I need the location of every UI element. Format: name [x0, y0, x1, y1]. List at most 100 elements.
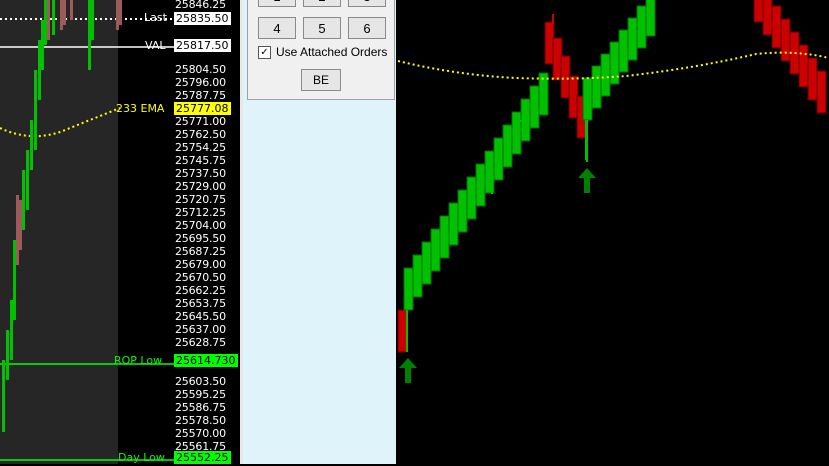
- price-tick: 25720.75: [175, 193, 226, 206]
- candle: [10, 300, 13, 360]
- candle: [30, 120, 33, 170]
- renko-brick: [502, 124, 513, 168]
- renko-brick: [780, 18, 791, 62]
- renko-brick: [430, 228, 441, 272]
- renko-brick: [466, 176, 477, 220]
- use-attached-orders-row[interactable]: ✓ Use Attached Orders: [258, 45, 387, 59]
- qty-button-3[interactable]: 3: [348, 0, 386, 7]
- renko-brick: [771, 5, 782, 49]
- price-chart-left[interactable]: 25846.2525838.7525821.2525804.5025796.00…: [0, 0, 240, 466]
- use-attached-orders-checkbox[interactable]: ✓: [258, 45, 271, 59]
- up-arrow-icon: [577, 166, 597, 194]
- renko-chart-canvas: [397, 0, 829, 353]
- renko-brick: [762, 0, 773, 36]
- renko-brick: [493, 137, 504, 181]
- candle: [60, 0, 63, 30]
- order-entry-panel: 1 2 3 4 5 6 ✓ Use Attached Orders BE: [240, 0, 399, 464]
- renko-brick: [475, 163, 486, 207]
- candle: [6, 330, 9, 380]
- ema-label: 233 EMA: [116, 102, 165, 115]
- renko-brick: [397, 309, 408, 353]
- candle: [44, 0, 47, 45]
- price-tick: 25578.50: [175, 414, 226, 427]
- renko-brick: [600, 53, 611, 97]
- price-tick: 25787.75: [175, 89, 226, 102]
- qty-button-1[interactable]: 1: [258, 0, 296, 7]
- price-tick: 25662.25: [175, 284, 226, 297]
- price-tick: 25653.75: [175, 297, 226, 310]
- renko-brick: [609, 41, 620, 85]
- checkmark-icon: ✓: [260, 46, 269, 58]
- price-tick: 25670.50: [175, 271, 226, 284]
- renko-brick: [582, 77, 593, 121]
- price-tick: 25846.25: [175, 0, 226, 11]
- val-price-tag: 25817.50: [174, 39, 231, 52]
- ema-price-tag: 25777.08: [174, 102, 231, 115]
- qty-button-2[interactable]: 2: [303, 0, 341, 7]
- price-tick: 25729.00: [175, 180, 226, 193]
- renko-brick: [618, 29, 629, 73]
- price-tick: 25796.00: [175, 76, 226, 89]
- use-attached-orders-label: Use Attached Orders: [276, 45, 388, 59]
- price-tick: 25737.50: [175, 167, 226, 180]
- qty-button-5[interactable]: 5: [303, 17, 341, 39]
- renko-brick: [816, 70, 827, 114]
- price-tick: 25804.50: [175, 63, 226, 76]
- price-tick: 25637.00: [175, 323, 226, 336]
- price-tick: 25679.00: [175, 258, 226, 271]
- qty-button-4[interactable]: 4: [258, 17, 296, 39]
- candle: [91, 0, 94, 40]
- renko-brick: [511, 111, 522, 155]
- rop-low-label: ROP Low: [114, 354, 163, 367]
- price-tick: 25712.25: [175, 206, 226, 219]
- candle: [116, 0, 119, 30]
- qty-button-6[interactable]: 6: [348, 17, 386, 39]
- candle: [16, 195, 19, 265]
- renko-brick: [412, 254, 423, 298]
- renko-brick: [439, 215, 450, 259]
- price-tick: 25762.50: [175, 128, 226, 141]
- candle: [19, 200, 22, 250]
- candle: [70, 0, 73, 20]
- candle: [38, 40, 41, 100]
- price-tick: 25595.25: [175, 388, 226, 401]
- renko-brick: [798, 44, 809, 88]
- price-tick: 25645.50: [175, 310, 226, 323]
- renko-brick: [807, 57, 818, 101]
- day-low-label: Day Low: [118, 451, 165, 464]
- price-tick: 25771.00: [175, 115, 226, 128]
- candle: [13, 240, 16, 320]
- renko-brick: [421, 241, 432, 285]
- price-tick: 25745.75: [175, 154, 226, 167]
- candle: [63, 0, 66, 25]
- candle: [34, 70, 37, 150]
- rop-low-price-tag: 25614.730: [174, 354, 238, 367]
- price-tick: 25704.00: [175, 219, 226, 232]
- renko-brick: [529, 85, 540, 129]
- price-tick: 25586.75: [175, 401, 226, 414]
- break-even-button[interactable]: BE: [301, 69, 341, 91]
- last-label: Last: [144, 11, 167, 24]
- price-tick: 25603.50: [175, 375, 226, 388]
- renko-brick: [448, 202, 459, 246]
- up-arrow-icon: [398, 356, 418, 384]
- candle: [22, 170, 25, 230]
- candle: [52, 0, 55, 35]
- last-price-tag: 25835.50: [174, 12, 231, 25]
- renko-brick: [591, 65, 602, 109]
- renko-brick: [753, 0, 764, 23]
- renko-brick: [457, 189, 468, 233]
- renko-brick: [520, 98, 531, 142]
- price-tick: 25628.75: [175, 336, 226, 349]
- renko-brick: [636, 5, 647, 49]
- val-label: VAL: [145, 39, 166, 52]
- candle: [88, 0, 91, 70]
- candle: [41, 20, 44, 70]
- price-tick: 25570.00: [175, 427, 226, 440]
- renko-brick: [403, 267, 414, 311]
- renko-brick: [484, 150, 495, 194]
- price-tick: 25754.25: [175, 141, 226, 154]
- candle: [26, 150, 29, 210]
- price-axis: 25846.2525838.7525821.2525804.5025796.00…: [174, 0, 236, 466]
- renko-chart-right[interactable]: [396, 0, 829, 464]
